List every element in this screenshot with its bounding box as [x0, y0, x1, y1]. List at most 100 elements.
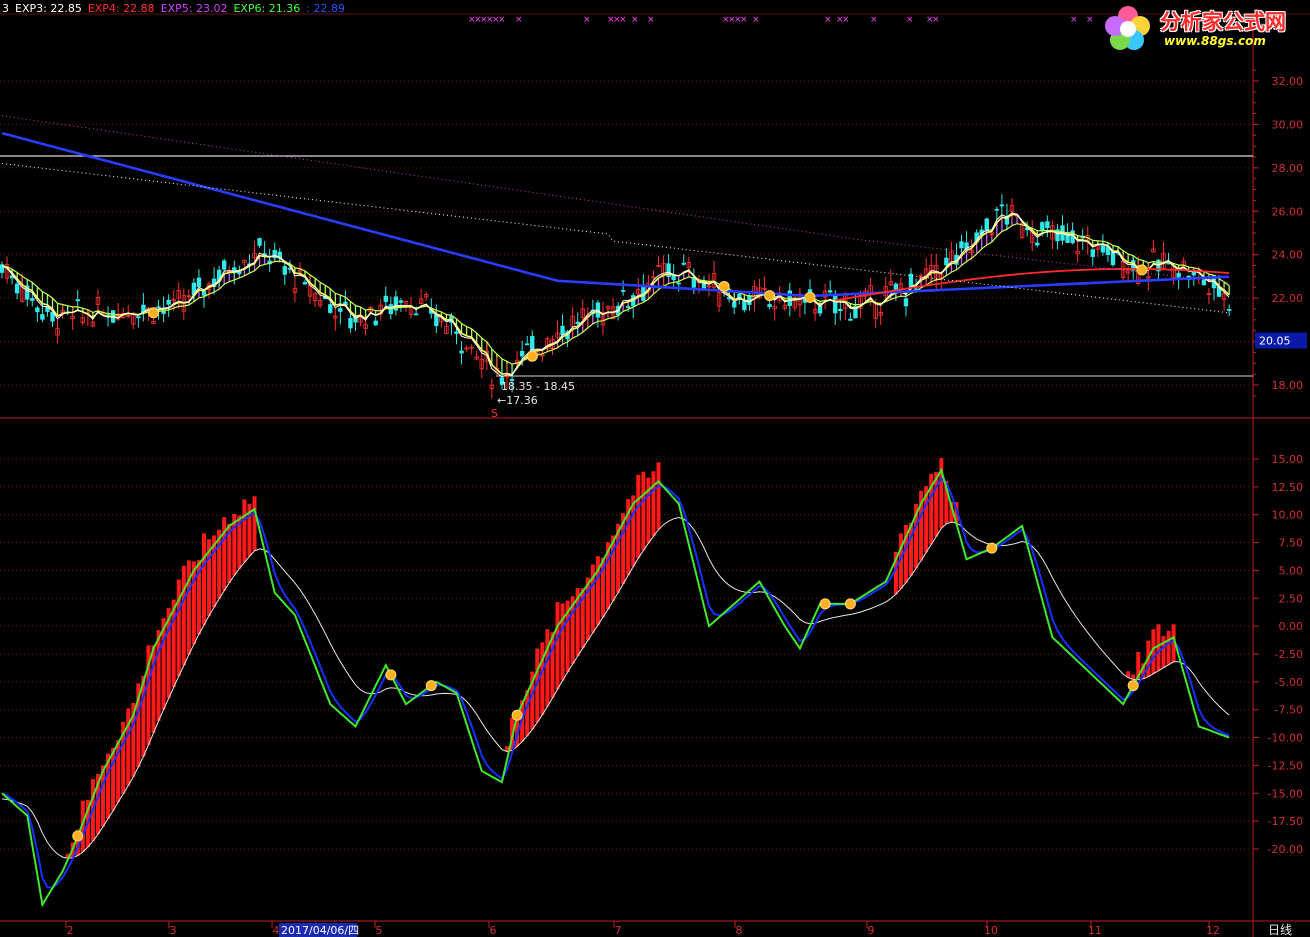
indicator-tick-label: -20.00: [1268, 843, 1303, 856]
signal-dot: [1136, 264, 1148, 276]
signal-dot: [804, 291, 816, 303]
price-tick-label: 18.00: [1272, 379, 1304, 392]
candle-body: [1090, 249, 1095, 257]
exp-slow-line: [1, 223, 1230, 365]
candle-body: [434, 314, 439, 327]
candle-body: [201, 291, 207, 296]
candle-body: [1040, 222, 1045, 231]
candle-body: [959, 241, 964, 249]
header-prefix: 3: [2, 2, 9, 15]
indicator-blue-line: [1, 477, 1230, 889]
candle-body: [348, 317, 353, 329]
signal-dot: [844, 598, 856, 610]
logo-title: 分析家公式网: [1160, 10, 1286, 34]
candle-body: [999, 204, 1005, 207]
candle-body: [1110, 251, 1116, 266]
low-annotation: ←17.36: [497, 394, 538, 407]
candle-body: [383, 295, 388, 303]
x-marker: ×: [619, 15, 627, 25]
x-marker: ×: [1070, 15, 1078, 25]
candle-body: [828, 290, 833, 293]
signal-dot: [764, 290, 776, 302]
candle-body: [338, 308, 343, 312]
histogram-bar: [1166, 630, 1171, 665]
candle-body: [459, 350, 464, 354]
brand-logo: 分析家公式网 www.88gs.com: [1104, 4, 1304, 52]
period-label: 日线: [1268, 923, 1292, 937]
histogram-bar: [242, 499, 247, 563]
x-marker: ×: [870, 15, 878, 25]
candle-body: [1191, 271, 1196, 276]
candle-body: [984, 218, 989, 232]
price-panel[interactable]: ×××××× × × ××× × × ×××× × × ×× × × ×× × ×18.35 - 18.45…: [0, 15, 1253, 420]
signal-dot: [425, 680, 437, 692]
x-marker: ×: [647, 15, 655, 25]
x-marker: ×: [498, 15, 506, 25]
candle-body: [398, 300, 404, 303]
candle-body: [196, 277, 202, 288]
signal-dot: [385, 669, 397, 681]
date-label: 10: [984, 924, 998, 937]
indicator-tick-label: -7.50: [1275, 704, 1303, 717]
histogram-bar: [222, 517, 227, 591]
date-label: 7: [615, 924, 622, 937]
candle-body: [732, 301, 737, 308]
candle-body: [1045, 221, 1050, 229]
x-marker: ×: [1086, 15, 1094, 25]
date-label: 5: [376, 924, 383, 937]
indicator-tick-label: -10.00: [1268, 732, 1303, 745]
stock-chart-canvas[interactable]: ×××××× × × ××× × × ×××× × × ×× × × ×× × ×18.35 - 18.45…: [0, 0, 1310, 937]
indicator-header: 3 EXP3: 22.85 EXP4: 22.88 EXP5: 23.02 EXP6: …: [2, 2, 351, 15]
signal-dot: [511, 709, 523, 721]
candle-body: [676, 282, 681, 285]
histogram-bar: [656, 462, 661, 530]
histogram-bar: [1161, 636, 1166, 668]
indicator-panel[interactable]: [1, 458, 1230, 908]
candle-body: [75, 299, 80, 302]
x-marker: ×: [906, 15, 914, 25]
histogram-bar: [186, 560, 191, 655]
x-marker: ×: [631, 15, 639, 25]
indicator-tick-label: -17.50: [1268, 815, 1303, 828]
x-marker: ×: [515, 15, 523, 25]
exp6-line: [1, 163, 1230, 314]
candle-body: [742, 301, 747, 311]
histogram-bar: [641, 471, 646, 551]
candle-body: [30, 298, 35, 301]
exp5-line: [1, 115, 1230, 283]
signal-dot: [819, 598, 831, 610]
sell-marker: S: [491, 407, 498, 420]
histogram-bar: [181, 565, 186, 666]
signal-dot: [986, 542, 998, 554]
candle-body: [681, 262, 686, 265]
candle-body: [833, 295, 838, 314]
indicator-green-line: [1, 467, 1230, 908]
histogram-bar: [176, 579, 181, 677]
candle-body: [257, 238, 262, 246]
candle-body: [944, 257, 949, 266]
candle-body: [560, 325, 565, 336]
indicator-tick-label: -2.50: [1275, 648, 1303, 661]
candle-body: [156, 306, 161, 309]
candle-body: [838, 308, 843, 311]
candle-body: [620, 290, 626, 292]
candle-body: [282, 266, 287, 275]
date-label: 12: [1206, 924, 1220, 937]
histogram-bar: [540, 642, 545, 715]
candle-body: [373, 320, 378, 326]
signal-dot: [718, 280, 730, 292]
candle-body: [767, 304, 772, 308]
logo-url: www.88gs.com: [1164, 34, 1266, 48]
candle-body: [40, 314, 45, 320]
indicator-signal-line: [1, 516, 1230, 859]
histogram-bar: [560, 603, 565, 681]
indicator-tick-label: 5.00: [1279, 564, 1304, 577]
date-label: 11: [1088, 924, 1102, 937]
candle-body: [1035, 242, 1040, 246]
candle-body: [413, 313, 419, 316]
indicator-tick-label: 7.50: [1279, 537, 1304, 550]
candle-body: [136, 316, 141, 319]
histogram-bar: [651, 471, 656, 537]
histogram-bar: [636, 474, 641, 559]
x-marker: ×: [842, 15, 850, 25]
